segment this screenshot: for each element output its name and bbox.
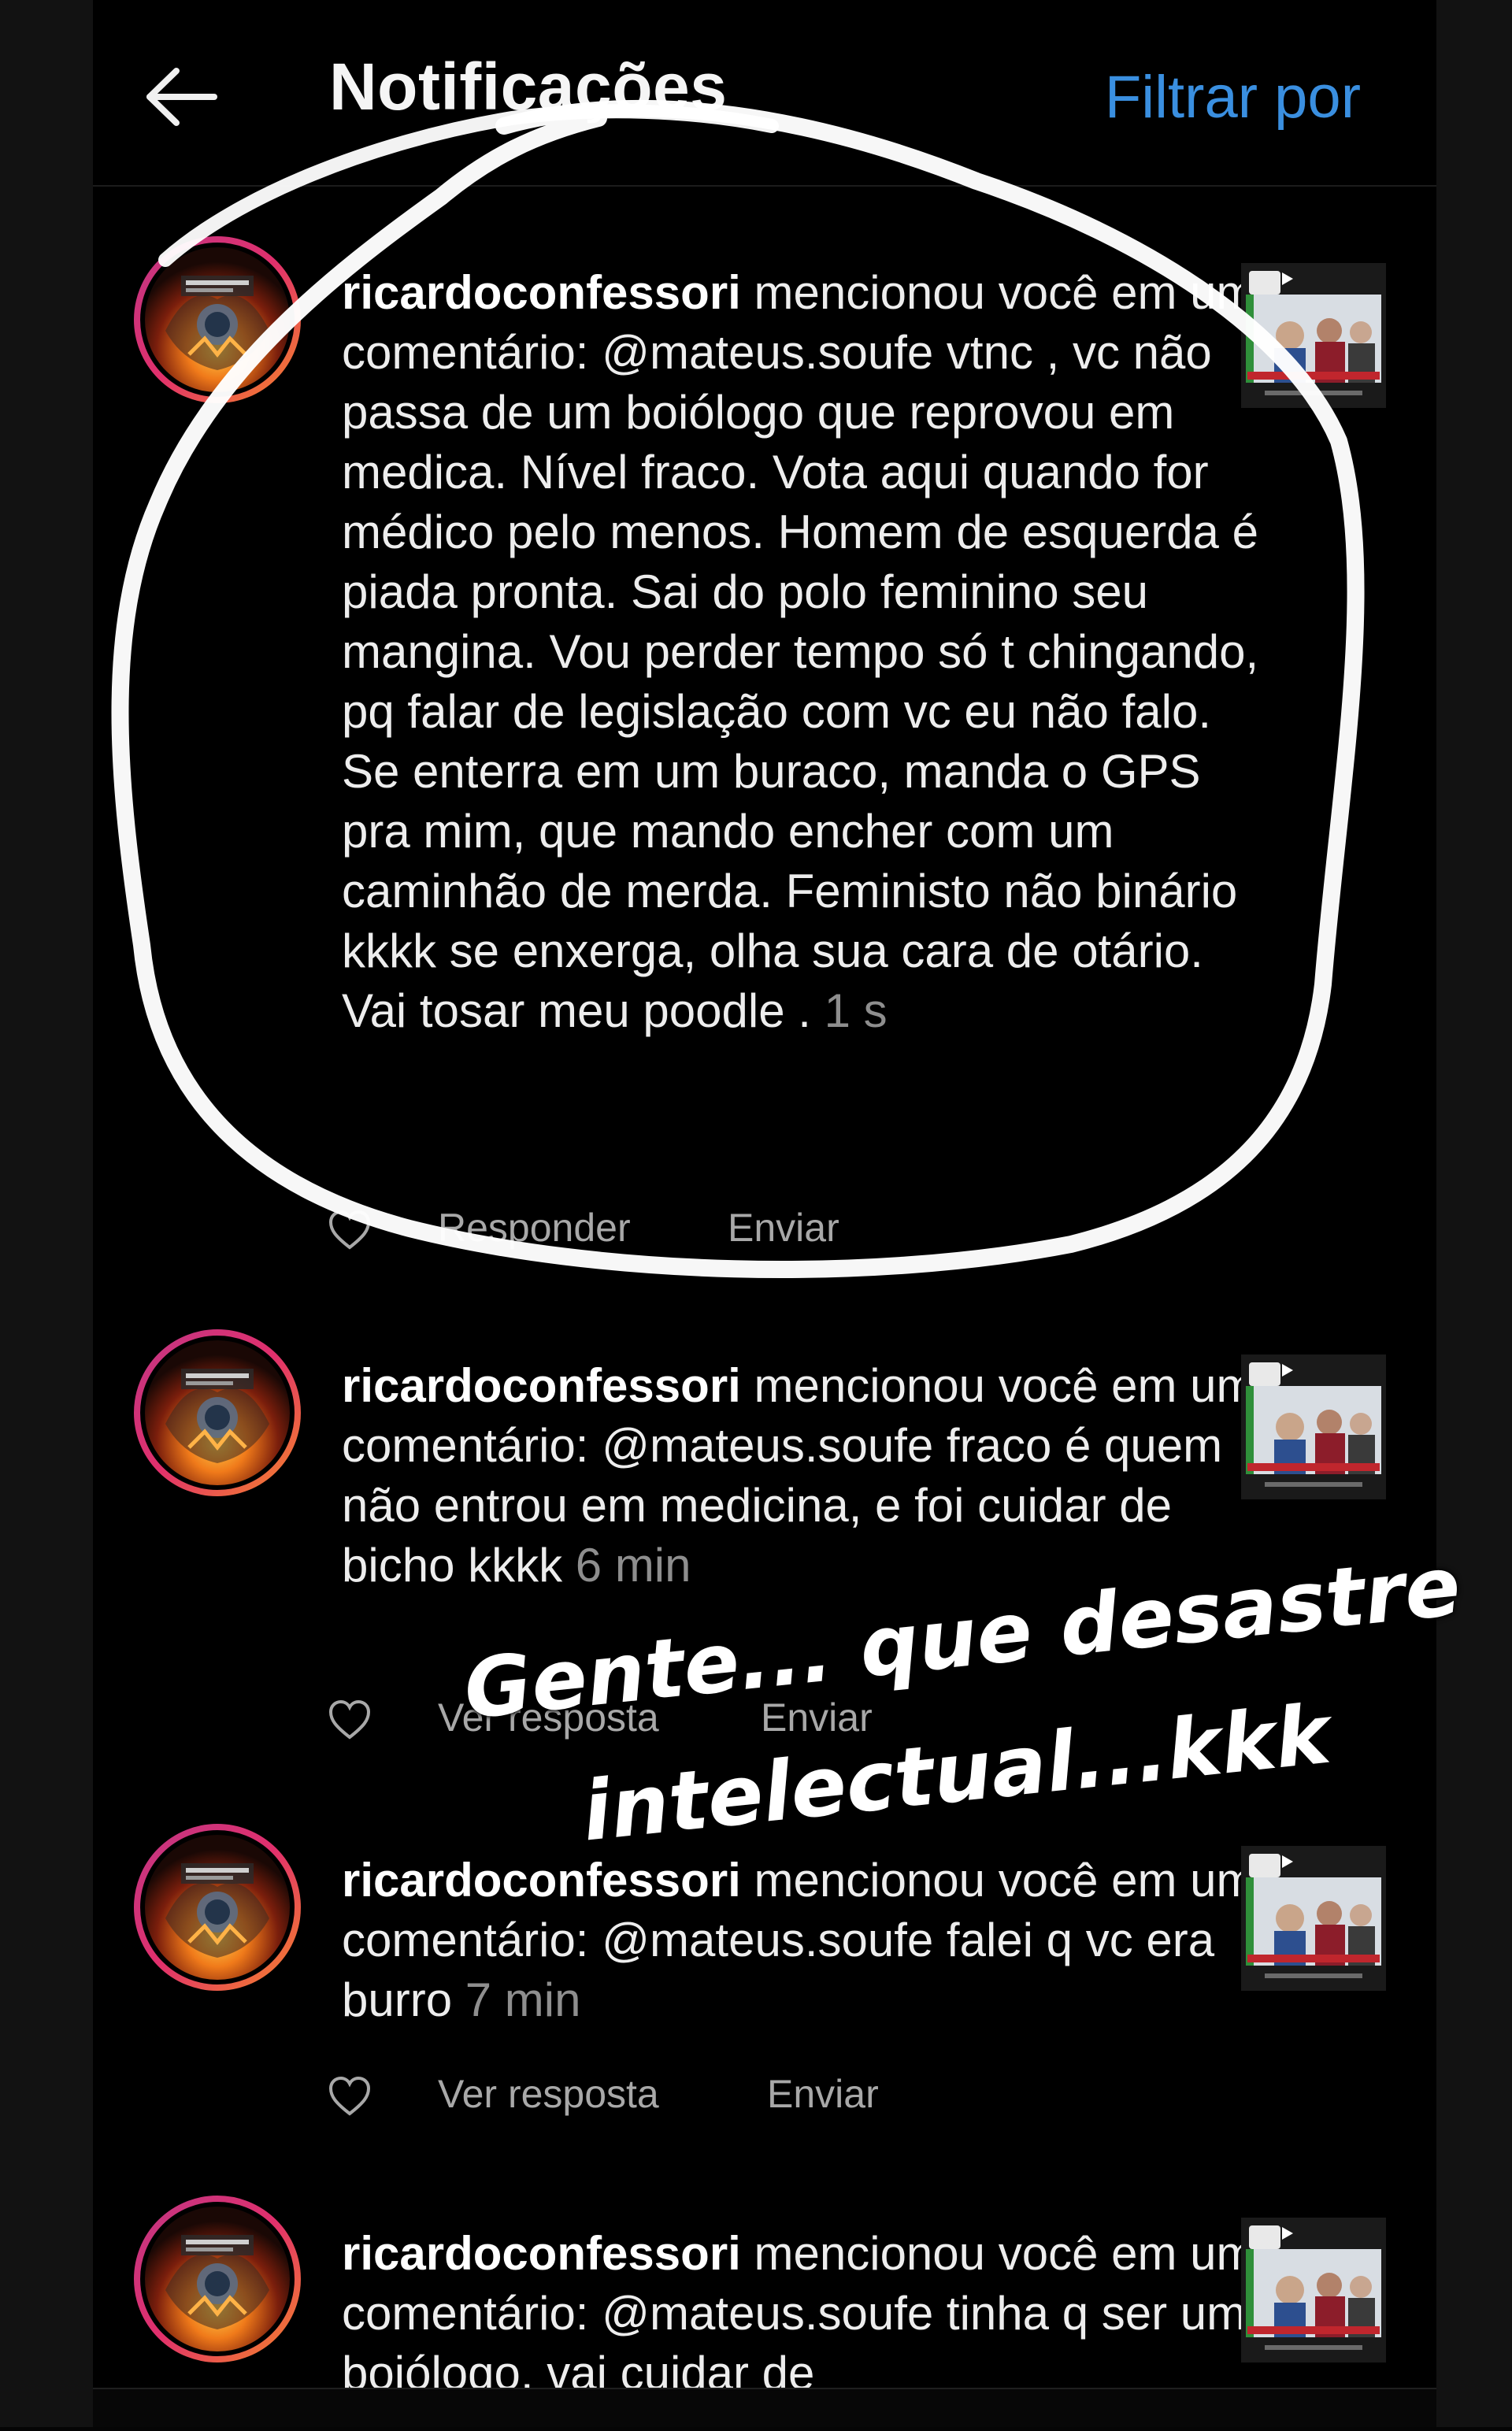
bottom-navigation-bar[interactable]	[93, 2388, 1436, 2427]
send-button[interactable]: Enviar	[767, 2071, 879, 2117]
top-bar: Notificações Filtrar por	[93, 0, 1436, 187]
notification-username[interactable]: ricardoconfessori	[342, 2227, 741, 2280]
avatar-image	[134, 1824, 301, 1991]
reply-button[interactable]: Responder	[438, 1205, 631, 1251]
filter-button[interactable]: Filtrar por	[1105, 63, 1361, 132]
post-thumbnail[interactable]	[1241, 2218, 1386, 2362]
notification-username[interactable]: ricardoconfessori	[342, 266, 741, 319]
avatar-image	[134, 1329, 301, 1496]
send-button[interactable]: Enviar	[728, 1205, 839, 1251]
post-thumbnail[interactable]	[1241, 263, 1386, 408]
avatar[interactable]	[134, 1329, 301, 1496]
post-thumbnail[interactable]	[1241, 1354, 1386, 1499]
avatar-image	[134, 236, 301, 403]
avatar[interactable]	[134, 2196, 301, 2362]
heart-outline-icon[interactable]	[328, 1210, 372, 1251]
send-button[interactable]: Enviar	[761, 1695, 873, 1740]
notifications-screen: Notificações Filtrar por ricardoconfesso…	[93, 0, 1436, 2427]
notification-time: 1 s	[824, 984, 888, 1037]
view-reply-button[interactable]: Ver resposta	[438, 2071, 659, 2117]
notification-message: mencionou você em um comentário: @mateus…	[342, 266, 1259, 1037]
notification-text: ricardoconfessori mencionou você em um c…	[342, 1356, 1271, 1595]
avatar[interactable]	[134, 1824, 301, 1991]
post-thumbnail-image	[1241, 1846, 1386, 1991]
arrow-left-icon	[146, 68, 217, 126]
notification-text: ricardoconfessori mencionou você em um c…	[342, 2224, 1271, 2403]
heart-outline-icon[interactable]	[328, 2076, 372, 2117]
notification-text: ricardoconfessori mencionou você em um c…	[342, 1851, 1271, 2030]
avatar-image	[134, 2196, 301, 2362]
back-button[interactable]	[142, 61, 220, 132]
notification-time: 6 min	[575, 1539, 691, 1592]
post-thumbnail-image	[1241, 263, 1386, 408]
notification-time: 7 min	[465, 1973, 581, 2026]
avatar[interactable]	[134, 236, 301, 403]
notification-username[interactable]: ricardoconfessori	[342, 1854, 741, 1907]
notification-text: ricardoconfessori mencionou você em um c…	[342, 263, 1271, 1041]
post-thumbnail[interactable]	[1241, 1846, 1386, 1991]
page-title: Notificações	[329, 50, 728, 124]
heart-outline-icon[interactable]	[328, 1699, 372, 1740]
view-reply-button[interactable]: Ver resposta	[438, 1695, 659, 1740]
notification-username[interactable]: ricardoconfessori	[342, 1359, 741, 1412]
post-thumbnail-image	[1241, 1354, 1386, 1499]
post-thumbnail-image	[1241, 2218, 1386, 2362]
